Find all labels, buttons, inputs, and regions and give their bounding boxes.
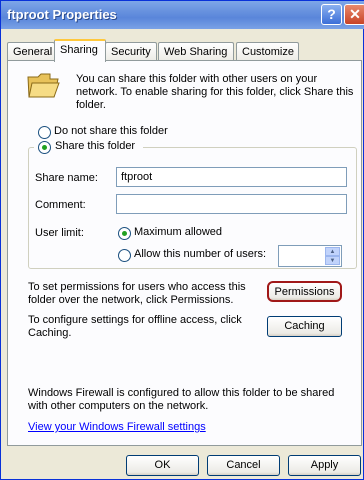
shared-folder-icon (27, 73, 60, 98)
share-option[interactable]: Share this folder (34, 139, 144, 155)
permissions-button[interactable]: Permissions (267, 281, 342, 302)
properties-dialog: ftproot Properties ? ✕ General Sharing S… (0, 0, 364, 480)
permissions-text-line1: To set permissions for users who access … (28, 281, 246, 293)
tab-web-sharing[interactable]: Web Sharing (158, 42, 234, 61)
share-this-folder-radio[interactable] (38, 141, 51, 154)
firewall-text-line2: with other computers on the network. (28, 400, 209, 412)
caching-button[interactable]: Caching (267, 316, 342, 337)
caching-text-line2: Caching. (28, 327, 72, 339)
tab-customize[interactable]: Customize (236, 42, 299, 61)
share-this-folder-label[interactable]: Share this folder (55, 140, 135, 152)
firewall-settings-link[interactable]: View your Windows Firewall settings (28, 421, 206, 433)
share-name-label: Share name: (35, 172, 98, 184)
firewall-text-line1: Windows Firewall is configured to allow … (28, 387, 335, 399)
maximum-allowed-radio[interactable] (118, 227, 131, 240)
title-bar[interactable]: ftproot Properties ? ✕ (1, 1, 364, 29)
sharing-panel: You can share this folder with other use… (7, 60, 362, 446)
user-count-spinner[interactable]: ▲ ▼ (278, 245, 342, 267)
close-button[interactable]: ✕ (344, 4, 364, 25)
allow-number-label[interactable]: Allow this number of users: (134, 248, 266, 260)
allow-number-radio[interactable] (118, 249, 131, 262)
do-not-share-radio[interactable] (38, 126, 51, 139)
user-limit-label: User limit: (35, 227, 84, 239)
share-name-field[interactable]: ftproot (116, 167, 347, 187)
intro-text-line1: You can share this folder with other use… (76, 73, 318, 85)
spinner-up-icon[interactable]: ▲ (325, 247, 340, 256)
comment-field[interactable] (116, 194, 347, 214)
comment-label: Comment: (35, 199, 86, 211)
do-not-share-label[interactable]: Do not share this folder (54, 125, 168, 137)
tab-general[interactable]: General (7, 42, 55, 61)
intro-text-line3: folder. (76, 99, 106, 111)
apply-button[interactable]: Apply (288, 455, 361, 476)
cancel-button[interactable]: Cancel (207, 455, 280, 476)
caching-text-line1: To configure settings for offline access… (28, 314, 242, 326)
spinner-down-icon[interactable]: ▼ (325, 256, 340, 265)
permissions-text-line2: folder over the network, click Permissio… (28, 294, 234, 306)
tab-sharing[interactable]: Sharing (54, 39, 106, 62)
window-title: ftproot Properties (7, 7, 117, 22)
close-icon: ✕ (349, 6, 361, 22)
ok-button[interactable]: OK (126, 455, 199, 476)
maximum-allowed-label[interactable]: Maximum allowed (134, 226, 222, 238)
intro-text-line2: network. To enable sharing for this fold… (76, 86, 354, 98)
help-icon: ? (327, 6, 336, 22)
help-button[interactable]: ? (321, 4, 342, 25)
tab-security[interactable]: Security (105, 42, 157, 61)
